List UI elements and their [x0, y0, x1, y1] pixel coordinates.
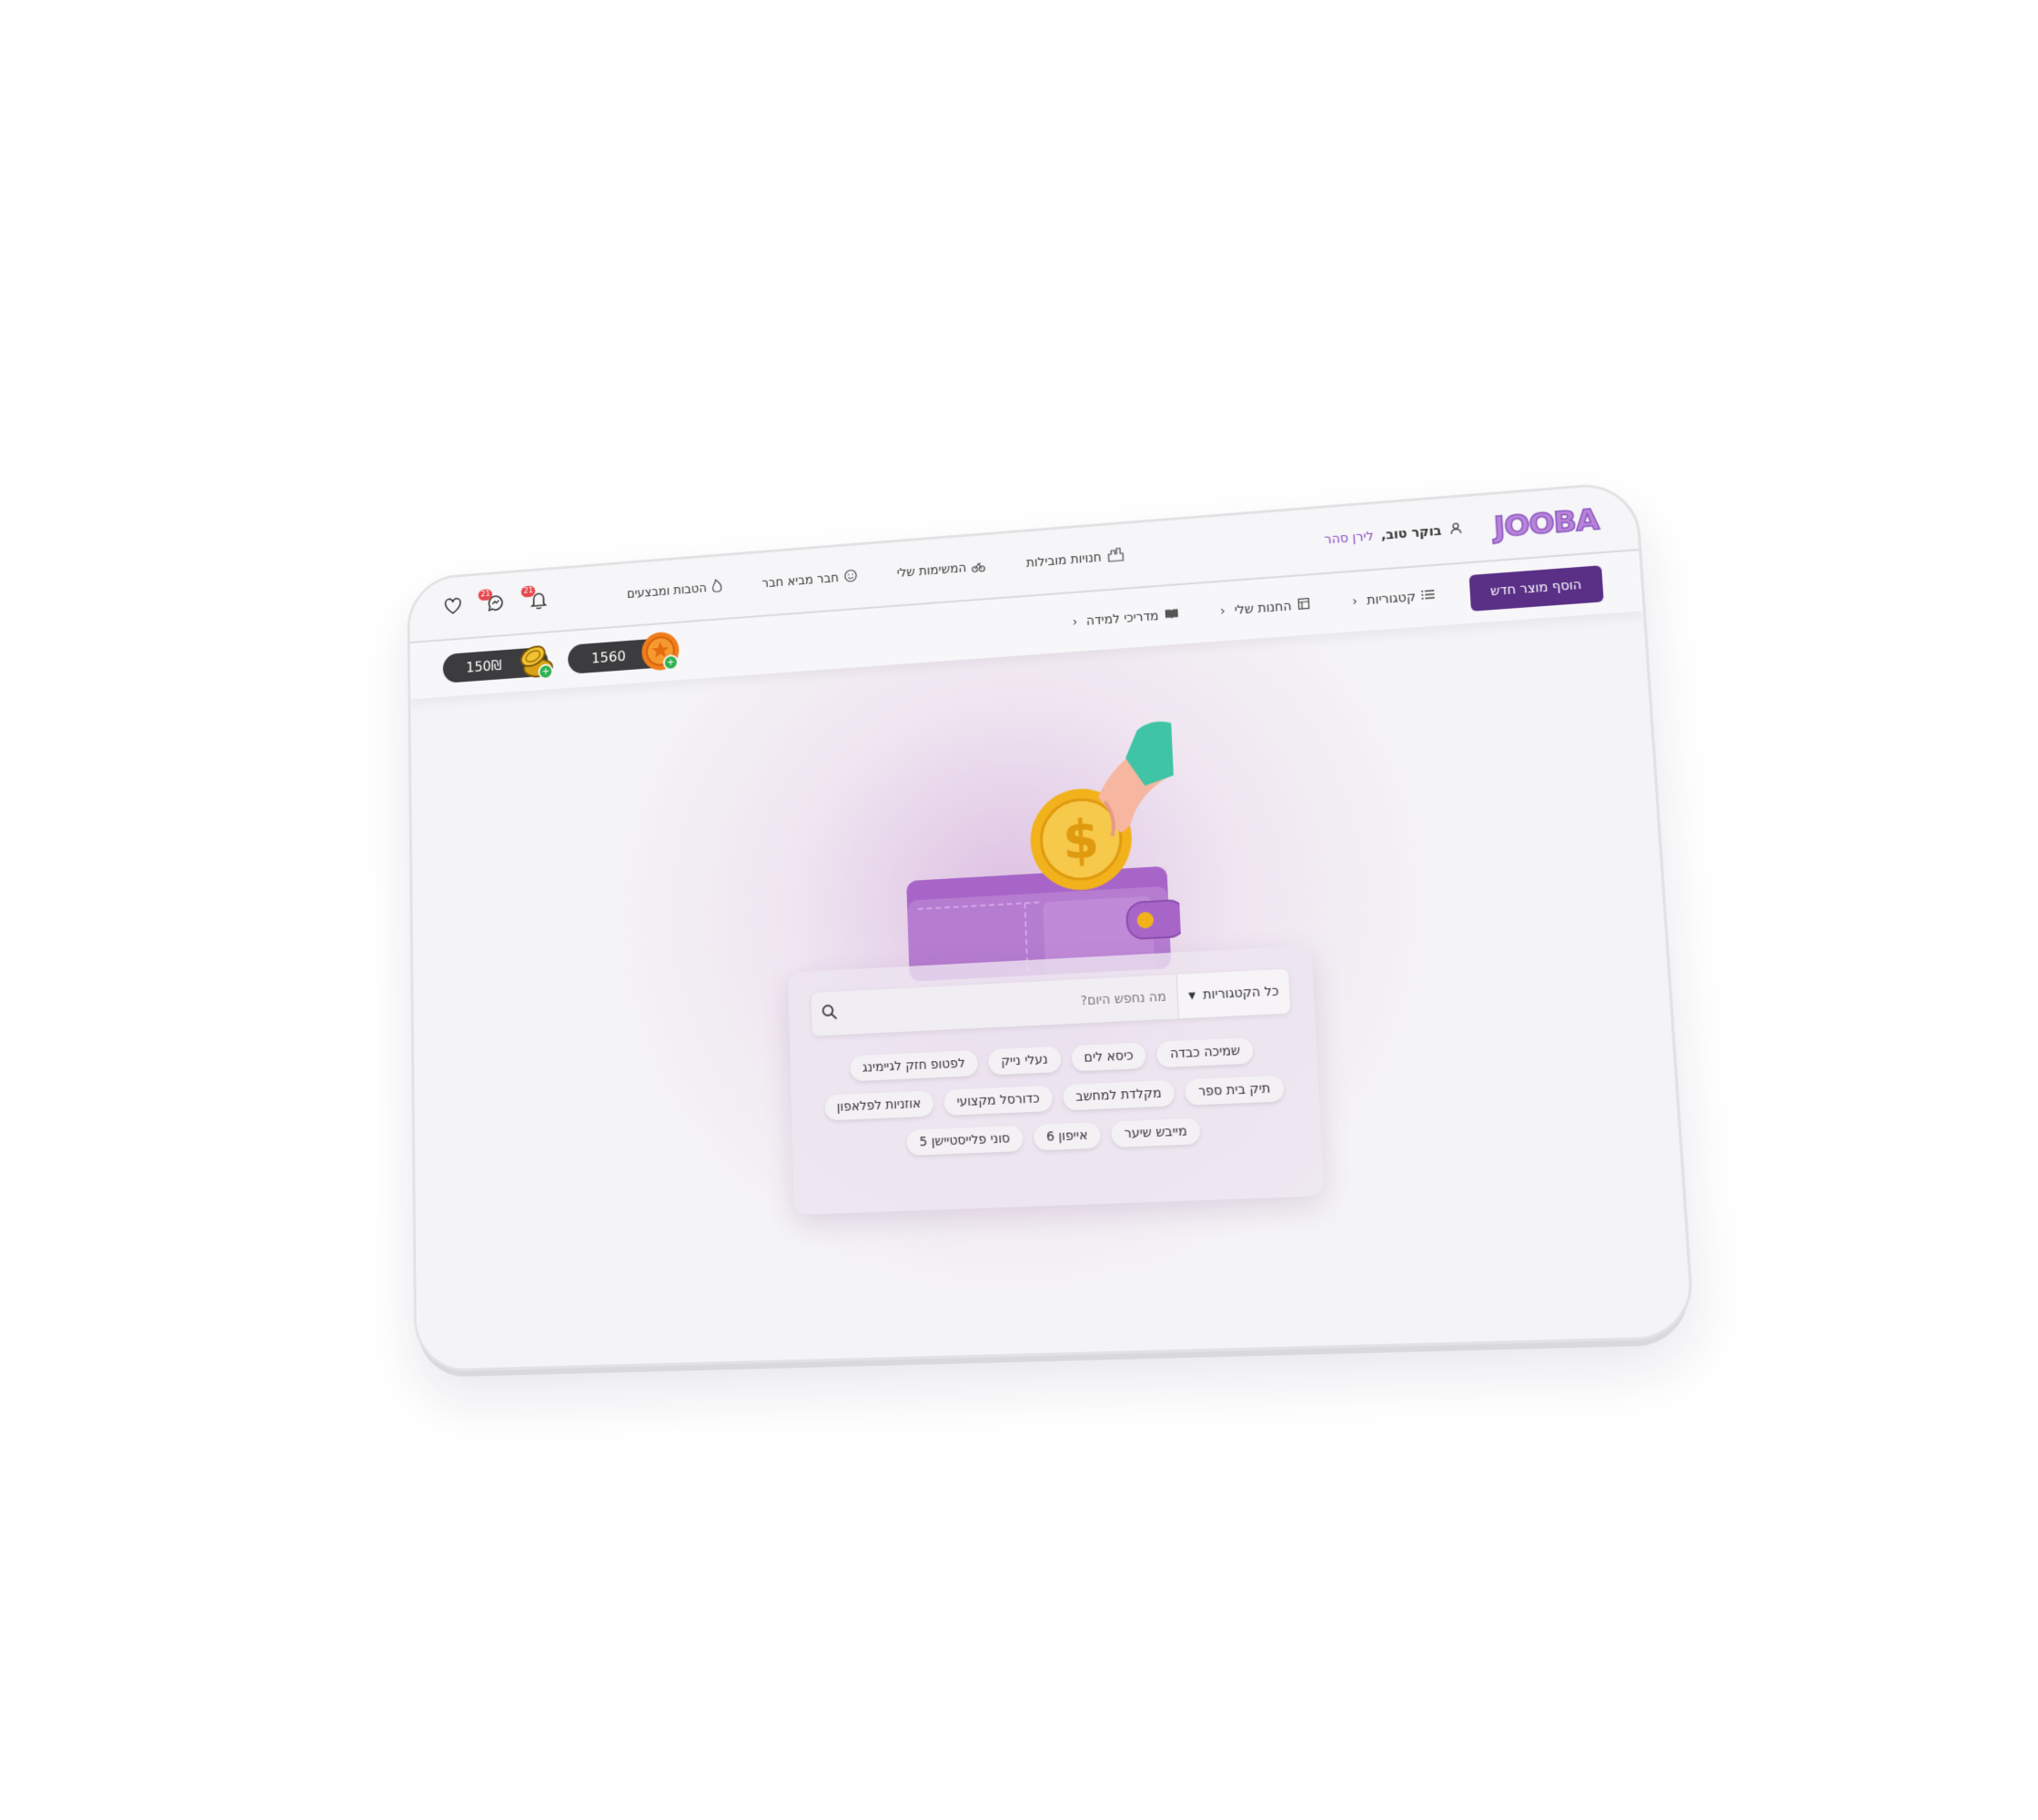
- wallets: 1560 + 150₪ +: [443, 637, 673, 683]
- app-screen: JOOBA בוקר טוב, לירן סהר חנויות מובילות: [409, 483, 1692, 1370]
- suggestion-chip[interactable]: אייפון 6: [1033, 1122, 1101, 1150]
- stage: JOOBA בוקר טוב, לירן סהר חנויות מובילות: [0, 0, 2038, 1820]
- messages-button[interactable]: 21: [485, 592, 507, 616]
- suggestion-chip[interactable]: שמיכה כבדה: [1156, 1037, 1254, 1067]
- category-select-label: כל הקטגוריות: [1203, 984, 1279, 1002]
- nav-top-stores-label: חנויות מובילות: [1026, 551, 1102, 571]
- nav-learning-guides-label: מדריכי למידה: [1086, 609, 1159, 628]
- chip-row: שמיכה כבדה כיסא לים נעלי נייק לפטופ חזק …: [850, 1037, 1254, 1081]
- nav-refer-friend-label: חבר מביא חבר: [762, 571, 839, 592]
- suggestion-chips: שמיכה כבדה כיסא לים נעלי נייק לפטופ חזק …: [813, 1036, 1297, 1159]
- nav-refer-friend[interactable]: חבר מביא חבר: [762, 569, 857, 592]
- suggestion-chip[interactable]: סוני פלייסטיישן 5: [906, 1126, 1023, 1156]
- add-product-button[interactable]: הוסף מוצר חדש: [1468, 565, 1603, 612]
- search-icon: [821, 1004, 837, 1025]
- suggestion-chip[interactable]: כדורסל מקצועי: [943, 1086, 1053, 1116]
- chevron-left-icon: ‹: [1352, 594, 1358, 609]
- search-bar: כל הקטגוריות ▼: [811, 969, 1290, 1036]
- device-frame: JOOBA בוקר טוב, לירן סהר חנויות מובילות: [407, 480, 1696, 1372]
- tasks-icon: [972, 558, 986, 576]
- chevron-left-icon: ‹: [1072, 615, 1077, 630]
- nav-deals-label: הטבות ומבצעים: [627, 581, 707, 602]
- search-button[interactable]: [811, 991, 847, 1036]
- cash-balance[interactable]: 150₪ +: [443, 647, 549, 683]
- sub-nav: קטגוריות ‹ החנות שלי ‹ מדריכי למידה ‹: [1072, 588, 1435, 631]
- cash-value: 150₪: [466, 656, 501, 675]
- points-value: 1560: [591, 647, 626, 666]
- top-icons: 21 21: [442, 590, 550, 620]
- list-icon: [1421, 589, 1435, 604]
- logo[interactable]: JOOBA: [1493, 501, 1599, 544]
- store-icon: [1106, 547, 1125, 566]
- smiley-icon: [843, 569, 857, 586]
- chip-row: מייבש שיער אייפון 6 סוני פלייסטיישן 5: [906, 1118, 1200, 1156]
- nav-my-tasks-label: המשימות שלי: [896, 561, 966, 581]
- user-greeting[interactable]: בוקר טוב, לירן סהר: [1324, 521, 1462, 548]
- points-balance[interactable]: 1560 +: [568, 637, 673, 674]
- nav-categories[interactable]: קטגוריות ‹: [1352, 589, 1435, 609]
- book-icon: [1164, 607, 1179, 623]
- suggestion-chip[interactable]: לפטופ חזק לגיימינג: [850, 1050, 978, 1081]
- heart-icon: [444, 597, 462, 619]
- nav-deals[interactable]: הטבות ומבצעים: [627, 579, 723, 603]
- favorites-button[interactable]: [442, 596, 464, 620]
- nav-learning-guides[interactable]: מדריכי למידה ‹: [1072, 607, 1178, 630]
- category-select[interactable]: כל הקטגוריות ▼: [1176, 969, 1291, 1019]
- shop-icon: [1296, 597, 1310, 614]
- chip-row: תיק בית ספר מקלדת למחשב כדורסל מקצועי או…: [824, 1076, 1285, 1121]
- search-input[interactable]: [846, 975, 1178, 1035]
- search-card: כל הקטגוריות ▼ שמיכה כבדה כיסא לים נעל: [788, 945, 1325, 1215]
- notifications-button[interactable]: 21: [528, 590, 550, 613]
- user-icon: [1448, 521, 1462, 539]
- suggestion-chip[interactable]: כיסא לים: [1071, 1042, 1146, 1071]
- nav-top-stores[interactable]: חנויות מובילות: [1026, 547, 1125, 572]
- svg-text:$: $: [1062, 809, 1101, 872]
- nav-my-shop[interactable]: החנות שלי ‹: [1220, 597, 1310, 620]
- suggestion-chip[interactable]: מקלדת למחשב: [1063, 1080, 1175, 1111]
- user-name: לירן סהר: [1324, 530, 1374, 548]
- fire-icon: [711, 579, 723, 597]
- wallet-coin-illustration: $: [884, 685, 1182, 990]
- caret-down-icon: ▼: [1188, 991, 1196, 1002]
- suggestion-chip[interactable]: מייבש שיער: [1111, 1118, 1201, 1148]
- nav-categories-label: קטגוריות: [1367, 590, 1417, 608]
- chevron-left-icon: ‹: [1220, 604, 1226, 619]
- suggestion-chip[interactable]: אוזניות לפלאפון: [824, 1090, 934, 1120]
- suggestion-chip[interactable]: תיק בית ספר: [1185, 1076, 1284, 1106]
- nav-my-shop-label: החנות שלי: [1234, 600, 1291, 618]
- greeting-text: בוקר טוב,: [1380, 524, 1441, 543]
- suggestion-chip[interactable]: נעלי נייק: [988, 1046, 1061, 1076]
- nav-my-tasks[interactable]: המשימות שלי: [896, 558, 985, 582]
